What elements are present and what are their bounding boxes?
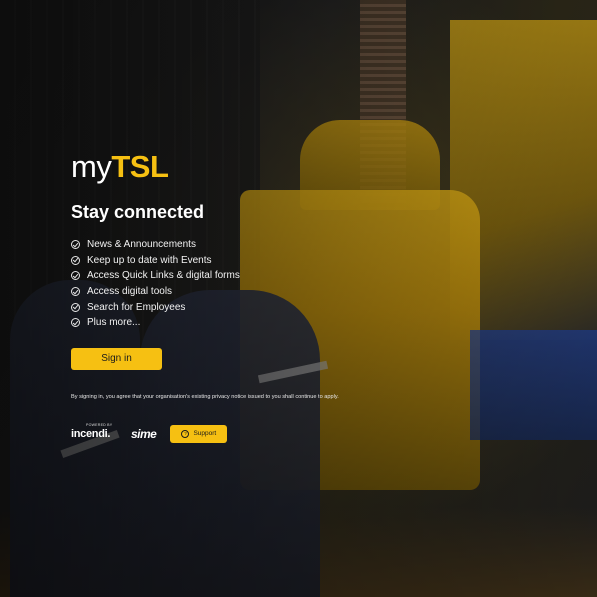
list-item: Access Quick Links & digital forms bbox=[71, 268, 401, 284]
support-label: Support bbox=[193, 430, 217, 438]
app-logo: myTSL bbox=[71, 150, 401, 184]
check-circle-icon bbox=[71, 255, 80, 265]
sign-in-button[interactable]: Sign in bbox=[71, 347, 162, 370]
incendi-logo: POWERED BY incendi. bbox=[71, 423, 117, 441]
login-panel: myTSL Stay connected News & Announcement… bbox=[71, 150, 401, 443]
check-circle-icon bbox=[71, 271, 80, 281]
support-button[interactable]: ? Support bbox=[170, 424, 228, 443]
list-item: Plus more... bbox=[71, 315, 401, 331]
powered-by-label: POWERED BY bbox=[86, 422, 113, 427]
check-circle-icon bbox=[71, 302, 80, 312]
feature-label: Keep up to date with Events bbox=[87, 254, 212, 266]
feature-label: Access Quick Links & digital forms bbox=[87, 270, 240, 282]
feature-list: News & Announcements Keep up to date wit… bbox=[71, 237, 401, 331]
list-item: Access digital tools bbox=[71, 284, 401, 300]
feature-label: Plus more... bbox=[87, 317, 141, 329]
list-item: Keep up to date with Events bbox=[71, 253, 401, 269]
footer: POWERED BY incendi. sime ? Support bbox=[71, 423, 401, 443]
check-circle-icon bbox=[71, 318, 80, 328]
privacy-notice: By signing in, you agree that your organ… bbox=[71, 393, 339, 400]
logo-name: TSL bbox=[111, 149, 169, 184]
logo-prefix: my bbox=[71, 149, 112, 184]
page-title: Stay connected bbox=[71, 202, 205, 222]
list-item: News & Announcements bbox=[71, 237, 401, 253]
check-circle-icon bbox=[71, 287, 80, 297]
incendi-wordmark: incendi. bbox=[71, 427, 111, 440]
sime-logo: sime bbox=[131, 426, 157, 441]
help-icon: ? bbox=[181, 429, 190, 438]
feature-label: News & Announcements bbox=[87, 239, 196, 251]
feature-label: Access digital tools bbox=[87, 286, 173, 298]
list-item: Search for Employees bbox=[71, 299, 401, 315]
feature-label: Search for Employees bbox=[87, 301, 186, 313]
check-circle-icon bbox=[71, 240, 80, 250]
